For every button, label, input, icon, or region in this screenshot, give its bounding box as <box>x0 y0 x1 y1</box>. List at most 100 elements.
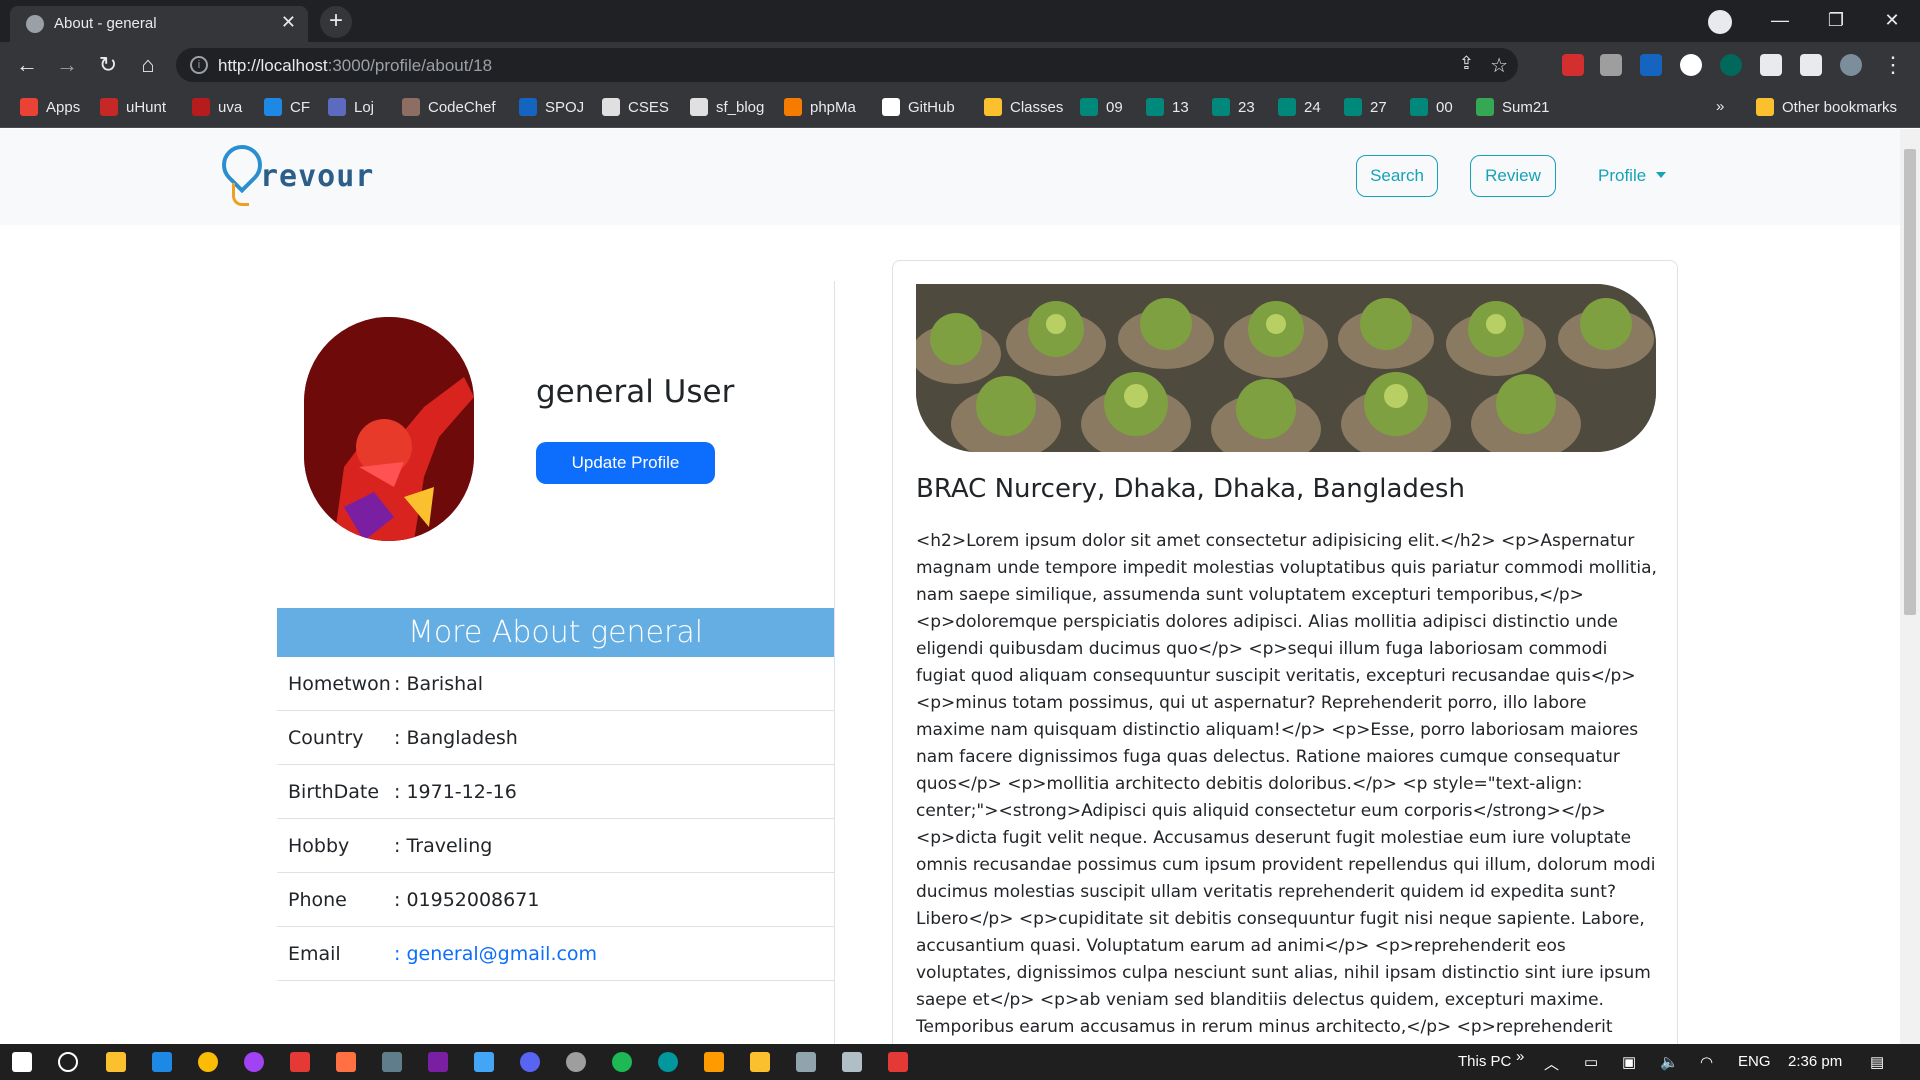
app-icon[interactable] <box>474 1052 494 1072</box>
share-icon[interactable]: ⇪ <box>1459 53 1474 74</box>
bookmark-item[interactable]: 24 <box>1278 98 1321 116</box>
clock[interactable]: 2:36 pm <box>1788 1053 1842 1070</box>
avatar[interactable] <box>1840 54 1862 76</box>
bookmark-item[interactable]: uHunt <box>100 98 166 116</box>
chevron-up-icon[interactable]: ︿ <box>1544 1053 1559 1074</box>
site-logo[interactable]: revour <box>218 143 374 209</box>
notification-icon[interactable]: ▤ <box>1870 1053 1884 1071</box>
app-icon[interactable] <box>842 1052 862 1072</box>
bookmark-item[interactable]: GitHub <box>882 98 955 116</box>
chrome-icon[interactable] <box>198 1052 218 1072</box>
bookmark-favicon-icon <box>100 98 118 116</box>
extension-icon[interactable] <box>1640 54 1662 76</box>
bookmark-favicon-icon <box>1212 98 1230 116</box>
bookmark-favicon-icon <box>1410 98 1428 116</box>
cast-icon[interactable] <box>1800 54 1822 76</box>
this-pc-label[interactable]: This PC <box>1458 1053 1511 1070</box>
search-icon[interactable] <box>58 1052 78 1072</box>
vscode-icon[interactable] <box>152 1052 172 1072</box>
volume-icon[interactable]: 🔈 <box>1660 1053 1679 1071</box>
scrollbar-thumb[interactable] <box>1904 149 1916 615</box>
onenote-icon[interactable] <box>428 1052 448 1072</box>
info-value: : general@gmail.com <box>394 943 597 965</box>
bookmark-favicon-icon <box>519 98 537 116</box>
extension-icon[interactable] <box>1720 54 1742 76</box>
spotify-icon[interactable] <box>612 1052 632 1072</box>
kebab-menu-icon[interactable]: ⋮ <box>1878 50 1908 80</box>
update-profile-button[interactable]: Update Profile <box>536 442 715 484</box>
messenger-icon[interactable] <box>244 1052 264 1072</box>
restore-button[interactable]: ❐ <box>1808 0 1864 42</box>
chevron-icon[interactable]: » <box>1516 1048 1524 1065</box>
file-explorer-icon[interactable] <box>106 1052 126 1072</box>
bookmark-item[interactable]: SPOJ <box>519 98 584 116</box>
bookmark-item[interactable]: Loj <box>328 98 374 116</box>
bookmark-favicon-icon <box>328 98 346 116</box>
puzzle-icon[interactable] <box>1760 54 1782 76</box>
app-tray-icon[interactable]: ▣ <box>1622 1053 1636 1071</box>
calculator-icon[interactable] <box>382 1052 402 1072</box>
bookmark-item[interactable]: 23 <box>1212 98 1255 116</box>
home-icon[interactable]: ⌂ <box>133 50 163 80</box>
review-button[interactable]: Review <box>1470 155 1556 197</box>
bookmark-star-icon[interactable]: ☆ <box>1490 53 1508 78</box>
other-bookmarks-label: Other bookmarks <box>1782 98 1898 116</box>
app-icon[interactable] <box>566 1052 586 1072</box>
info-row: Country: Bangladesh <box>277 711 834 765</box>
place-title: BRAC Nurcery, Dhaka, Dhaka, Bangladesh <box>916 474 1465 504</box>
bookmark-item[interactable]: 09 <box>1080 98 1123 116</box>
info-row: Hometwon: Barishal <box>277 657 834 711</box>
discord-icon[interactable] <box>520 1052 540 1072</box>
battery-icon[interactable]: ▭ <box>1584 1053 1598 1071</box>
minimize-button[interactable]: — <box>1752 0 1808 42</box>
language-indicator[interactable]: ENG <box>1738 1053 1771 1070</box>
info-value-prefix: : <box>394 943 407 965</box>
bookmark-item[interactable]: CSES <box>602 98 669 116</box>
bookmark-item[interactable]: Classes <box>984 98 1063 116</box>
place-card: BRAC Nurcery, Dhaka, Dhaka, Bangladesh <… <box>892 260 1678 1044</box>
globe-icon <box>26 15 44 33</box>
camera-extension-icon[interactable] <box>1600 54 1622 76</box>
wifi-icon[interactable]: ◠ <box>1700 1053 1713 1071</box>
app-icon[interactable] <box>290 1052 310 1072</box>
bookmark-item[interactable]: uva <box>192 98 242 116</box>
bookmark-item[interactable]: CodeChef <box>402 98 496 116</box>
bookmarks-overflow-icon[interactable]: » <box>1716 98 1724 115</box>
bookmark-item[interactable]: 27 <box>1344 98 1387 116</box>
app-icon[interactable] <box>750 1052 770 1072</box>
email-link[interactable]: general@gmail.com <box>406 943 597 965</box>
tab-search-icon[interactable] <box>1708 10 1732 34</box>
other-bookmarks[interactable]: Other bookmarks <box>1756 98 1897 116</box>
bookmark-item[interactable]: Sum21 <box>1476 98 1550 116</box>
address-bar[interactable]: i http://localhost:3000/profile/about/18… <box>176 48 1518 82</box>
app-icon[interactable] <box>796 1052 816 1072</box>
bookmark-item[interactable]: Apps <box>20 98 80 116</box>
windows-start-icon[interactable] <box>12 1052 32 1072</box>
bookmark-item[interactable]: phpMa <box>784 98 856 116</box>
wps-icon[interactable] <box>888 1052 908 1072</box>
bookmark-item[interactable]: 13 <box>1146 98 1189 116</box>
site-info-icon[interactable]: i <box>190 56 208 74</box>
avatar <box>304 317 474 541</box>
extension-icon[interactable] <box>1562 54 1584 76</box>
illustrator-icon[interactable] <box>704 1052 724 1072</box>
bookmark-favicon-icon <box>602 98 620 116</box>
browser-tab[interactable]: About - general ✕ <box>10 6 308 42</box>
info-key: Phone <box>288 889 347 911</box>
bookmark-item[interactable]: 00 <box>1410 98 1453 116</box>
extension-icon[interactable] <box>1680 54 1702 76</box>
page-scrollbar[interactable] <box>1900 129 1920 1044</box>
info-key: Hobby <box>288 835 350 857</box>
close-window-button[interactable]: ✕ <box>1864 0 1920 42</box>
profile-dropdown[interactable]: Profile <box>1598 166 1666 186</box>
close-tab-icon[interactable]: ✕ <box>281 12 296 33</box>
reload-icon[interactable]: ↻ <box>93 50 123 80</box>
new-tab-button[interactable]: + <box>320 6 352 38</box>
bookmark-item[interactable]: CF <box>264 98 310 116</box>
bookmark-item[interactable]: sf_blog <box>690 98 764 116</box>
forward-icon[interactable]: → <box>52 50 82 80</box>
app-icon[interactable] <box>336 1052 356 1072</box>
search-button[interactable]: Search <box>1356 155 1438 197</box>
back-icon[interactable]: ← <box>12 50 42 80</box>
arduino-icon[interactable] <box>658 1052 678 1072</box>
